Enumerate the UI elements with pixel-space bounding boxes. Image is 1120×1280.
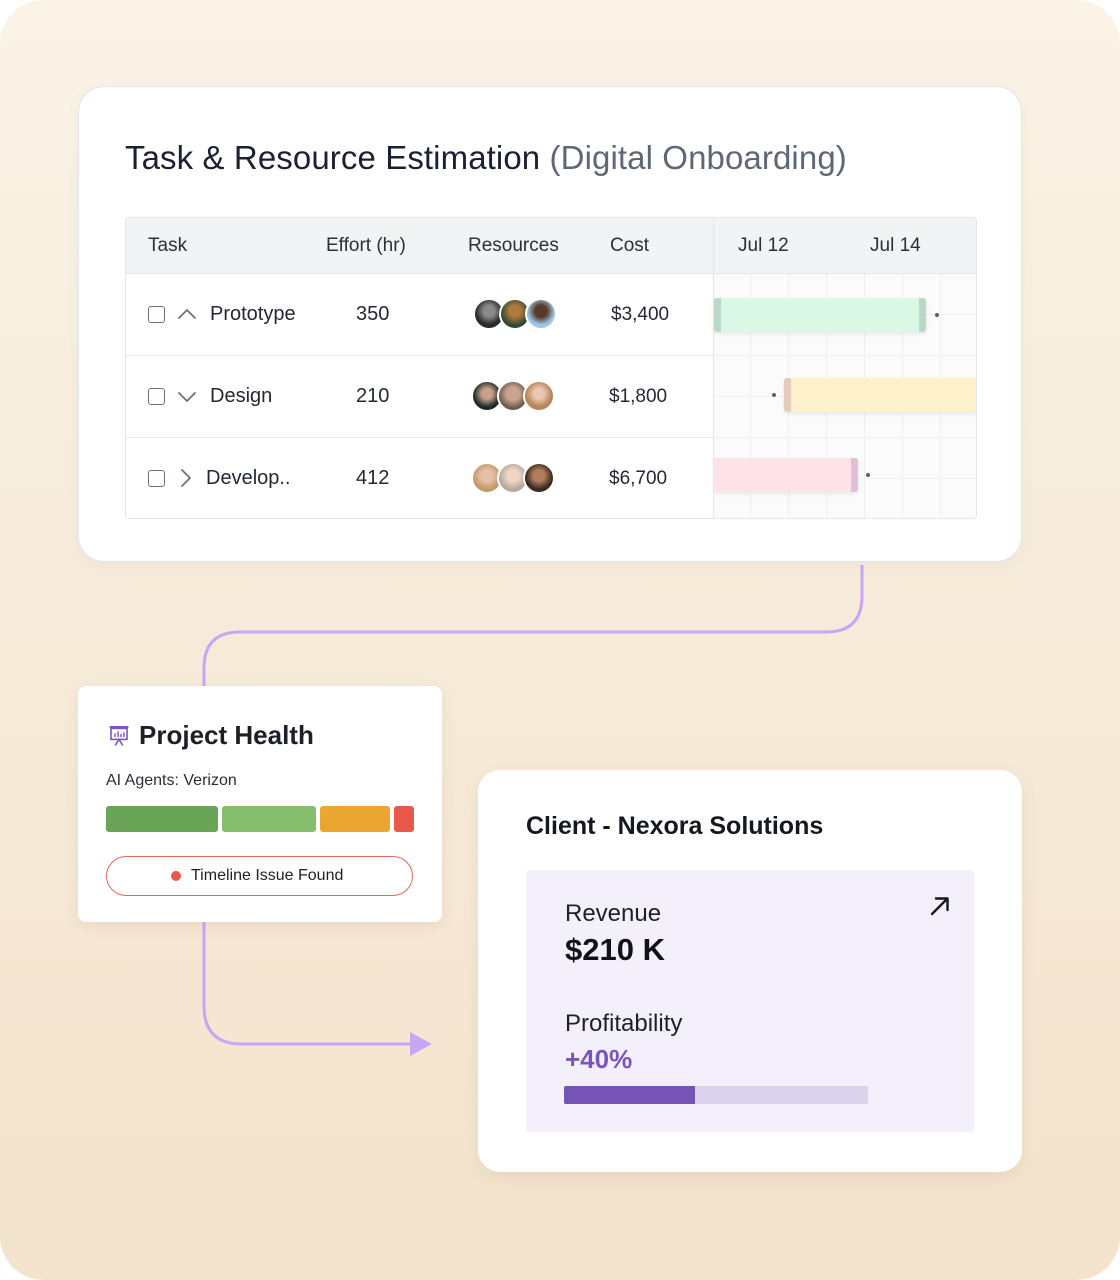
ai-agents-label: AI Agents: Verizon (106, 772, 237, 789)
cost-value: $1,800 (609, 386, 668, 407)
table-header: Task Effort (hr) Resources Cost Jul 12 J… (126, 218, 976, 274)
arrowhead-icon (410, 1032, 432, 1056)
cost-value: $6,700 (609, 468, 668, 489)
effort-value: 412 (356, 467, 390, 489)
gantt-divider (713, 218, 714, 518)
health-segment-ok (222, 806, 316, 832)
row-checkbox[interactable] (148, 470, 165, 487)
project-health-card[interactable]: Project Health AI Agents: Verizon Timeli… (78, 686, 442, 922)
presentation-chart-icon (109, 726, 129, 746)
gantt-bar-design[interactable] (784, 378, 976, 412)
resource-avatars[interactable] (471, 462, 561, 496)
gantt-bar-handle[interactable] (772, 393, 776, 397)
resource-avatars[interactable] (471, 380, 561, 414)
effort-value: 210 (356, 385, 390, 407)
row-checkbox[interactable] (148, 388, 165, 405)
gantt-bar-handle[interactable] (935, 313, 939, 317)
avatar[interactable] (523, 380, 555, 412)
gantt-bar-handle[interactable] (866, 473, 870, 477)
chevron-down-icon[interactable] (176, 385, 198, 407)
timeline-issue-badge[interactable]: Timeline Issue Found (106, 856, 413, 896)
card-title-project: (Digital Onboarding) (549, 139, 847, 176)
task-resource-card: Task & Resource Estimation (Digital Onbo… (78, 86, 1022, 562)
effort-value: 350 (356, 303, 390, 325)
profitability-value: +40% (565, 1044, 633, 1074)
task-name: Design (210, 385, 273, 407)
gantt-bar-develop[interactable] (714, 458, 858, 492)
revenue-label: Revenue (565, 900, 662, 927)
avatar[interactable] (523, 462, 555, 494)
client-title: Client - Nexora Solutions (526, 812, 824, 840)
profitability-label: Profitability (565, 1010, 683, 1037)
project-health-title: Project Health (139, 720, 314, 750)
gantt-bar-prototype[interactable] (714, 298, 926, 332)
chevron-up-icon[interactable] (176, 303, 198, 325)
background-canvas: Task & Resource Estimation (Digital Onbo… (0, 0, 1120, 1280)
chevron-right-icon[interactable] (174, 467, 196, 489)
column-header-effort[interactable]: Effort (hr) (326, 235, 406, 257)
task-table: Task Effort (hr) Resources Cost Jul 12 J… (125, 217, 977, 519)
gantt-timeline (714, 274, 976, 518)
client-card: Client - Nexora Solutions Revenue $210 K… (478, 770, 1022, 1172)
column-header-resources[interactable]: Resources (468, 235, 559, 257)
gantt-date-jul-12: Jul 12 (738, 235, 789, 256)
table-row[interactable]: Prototype 350 $3,400 (126, 274, 713, 356)
resource-avatars[interactable] (473, 298, 563, 332)
row-checkbox[interactable] (148, 306, 165, 323)
alert-dot-icon (171, 871, 181, 881)
gantt-date-jul-14: Jul 14 (870, 235, 921, 256)
task-name: Prototype (210, 303, 296, 325)
card-title: Task & Resource Estimation (Digital Onbo… (125, 139, 847, 177)
arrow-up-right-icon[interactable] (926, 892, 954, 920)
profitability-progress-fill (564, 1086, 695, 1104)
profitability-progress-bar (564, 1086, 868, 1104)
health-segment-good (106, 806, 218, 832)
task-name: Develop.. (206, 467, 291, 489)
client-metrics-panel: Revenue $210 K Profitability +40% (526, 870, 974, 1132)
column-header-task[interactable]: Task (148, 235, 187, 257)
table-row[interactable]: Develop.. 412 $6,700 (126, 438, 713, 518)
health-segment-critical (394, 806, 414, 832)
cost-value: $3,400 (611, 304, 670, 325)
table-row[interactable]: Design 210 $1,800 (126, 356, 713, 438)
avatar[interactable] (525, 298, 557, 330)
revenue-value: $210 K (565, 932, 665, 967)
column-header-cost[interactable]: Cost (610, 235, 649, 257)
card-title-main: Task & Resource Estimation (125, 139, 541, 176)
health-segment-warning (320, 806, 390, 832)
timeline-issue-text: Timeline Issue Found (191, 867, 344, 884)
